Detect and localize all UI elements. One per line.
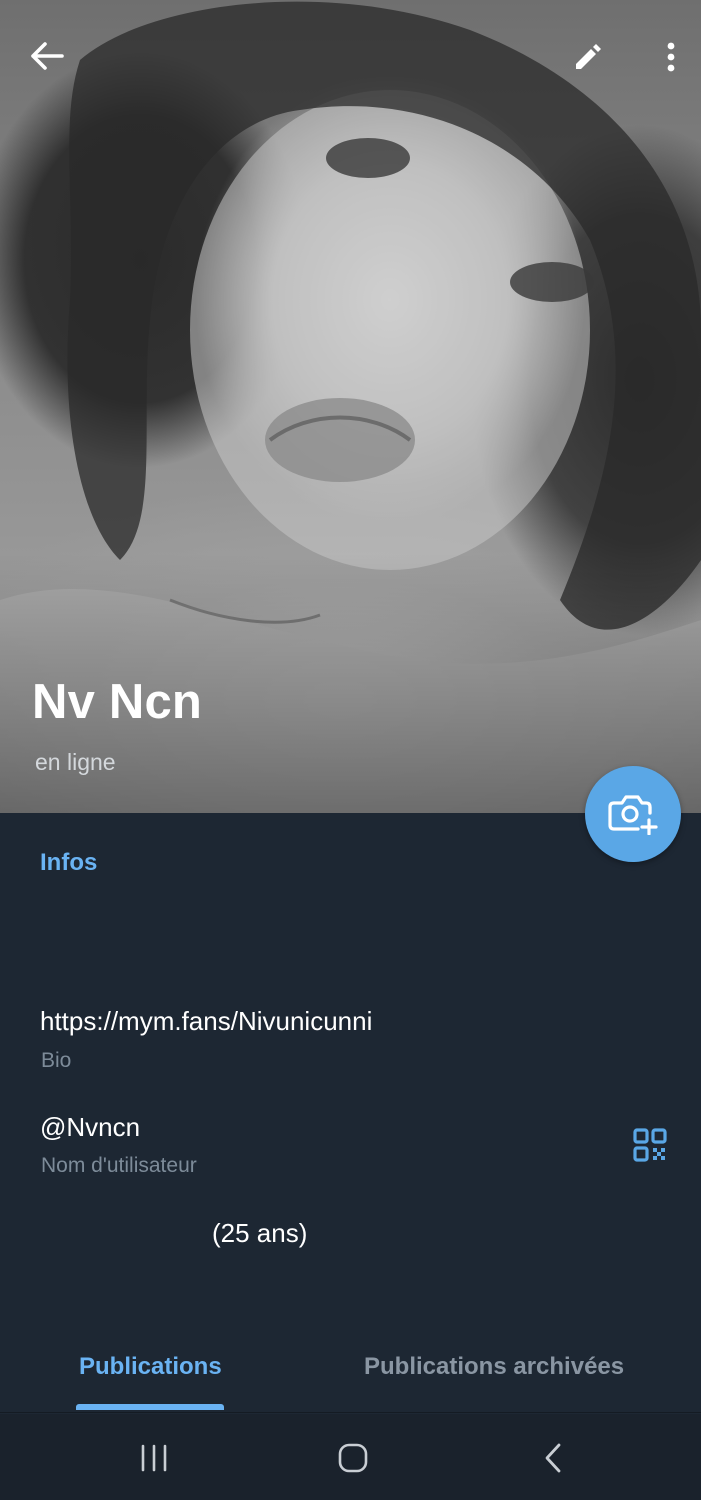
- system-navigation-bar: [0, 1414, 701, 1500]
- bio-link[interactable]: https://mym.fans/Nivunicunni: [40, 1006, 372, 1037]
- username-caption: Nom d'utilisateur: [41, 1154, 197, 1177]
- profile-screen: Nv Ncn en ligne Infos https://mym.fans/N…: [0, 0, 701, 1500]
- recent-apps-icon: [141, 1444, 167, 1472]
- qr-code-button[interactable]: [628, 1123, 672, 1167]
- more-vertical-icon: [667, 42, 675, 72]
- home-button[interactable]: [323, 1436, 383, 1480]
- profile-toolbar: [0, 0, 701, 112]
- active-tab-indicator: [76, 1404, 224, 1410]
- back-button[interactable]: [19, 28, 75, 84]
- online-status: en ligne: [35, 749, 116, 775]
- media-tabs: Publications Publications archivées: [0, 1325, 701, 1413]
- bio-caption: Bio: [41, 1049, 72, 1072]
- nav-back-icon: [545, 1443, 561, 1473]
- tab-publications[interactable]: Publications: [79, 1353, 222, 1381]
- set-photo-button[interactable]: [585, 766, 681, 862]
- section-title: Infos: [40, 849, 98, 876]
- arrow-left-icon: [31, 42, 64, 70]
- age-value: (25 ans): [212, 1218, 308, 1248]
- profile-name: Nv Ncn: [32, 675, 203, 729]
- username-value[interactable]: @Nvncn: [40, 1112, 140, 1143]
- more-options-button[interactable]: [643, 29, 699, 85]
- pencil-icon: [576, 44, 601, 69]
- camera-add-icon: [608, 795, 658, 835]
- home-icon: [338, 1443, 368, 1473]
- edit-button[interactable]: [560, 29, 616, 85]
- tab-archived-publications[interactable]: Publications archivées: [364, 1353, 624, 1381]
- recent-apps-button[interactable]: [124, 1436, 184, 1480]
- system-back-button[interactable]: [523, 1436, 583, 1480]
- info-section: Infos https://mym.fans/Nivunicunni Bio @…: [0, 813, 701, 1413]
- qr-code-icon: [633, 1128, 667, 1162]
